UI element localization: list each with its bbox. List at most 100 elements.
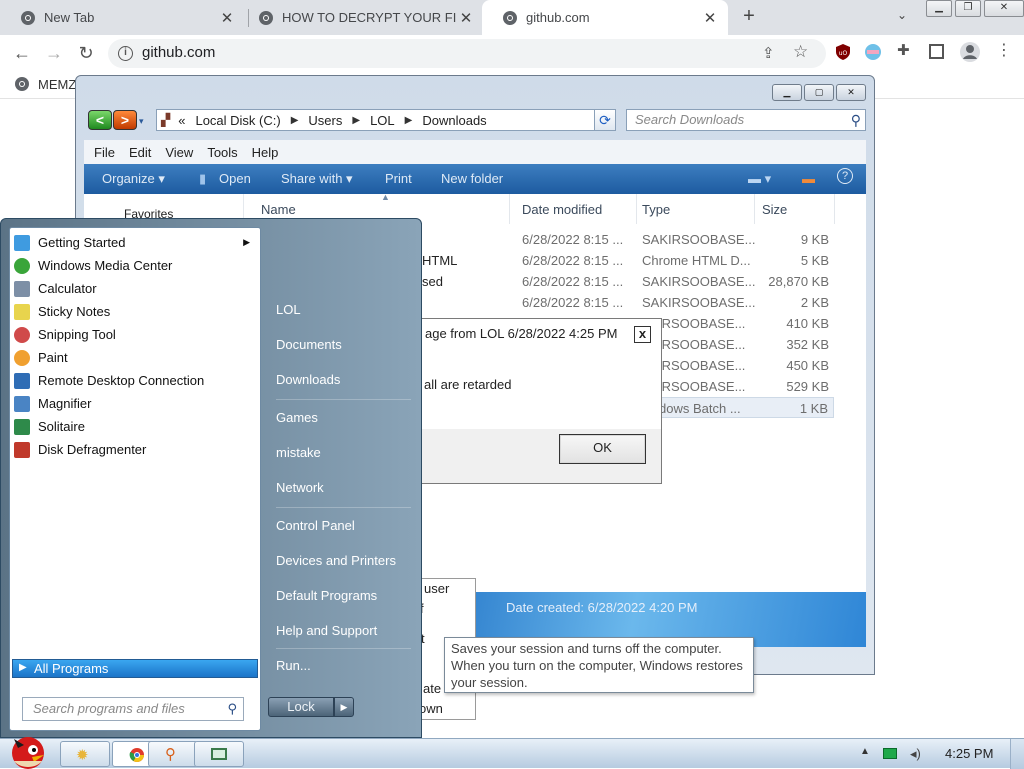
kebab-menu-icon[interactable]: ⋮ <box>996 40 1014 59</box>
menu-file[interactable]: File <box>94 145 115 160</box>
taskbar-search-app-button[interactable]: ⚲ <box>148 741 198 767</box>
open-button[interactable]: Open <box>219 171 251 186</box>
program-disk-defragmenter[interactable]: Disk Defragmenter <box>12 438 258 461</box>
column-header-size[interactable]: Size <box>762 202 787 217</box>
volume-icon[interactable]: ◂) <box>910 746 921 762</box>
column-divider[interactable] <box>509 194 510 224</box>
menu-item-switch-user[interactable]: user <box>424 581 449 596</box>
share-icon[interactable]: ⇪ <box>762 44 775 62</box>
start-item-control-panel[interactable]: Control Panel <box>276 518 355 533</box>
column-header-name[interactable]: Name <box>261 202 296 217</box>
column-divider[interactable] <box>834 194 835 224</box>
chevron-down-icon[interactable]: ⌄ <box>897 8 907 22</box>
menu-item-hibernate[interactable]: ate <box>423 681 441 696</box>
column-header-date[interactable]: Date modified <box>522 202 602 217</box>
view-options-icon[interactable]: ▬ ▾ <box>748 171 771 187</box>
explorer-address-bar[interactable]: ▞ « Local Disk (C:) ▶ Users ▶ LOL ▶ Down… <box>156 109 614 131</box>
restore-button[interactable]: ❐ <box>955 0 981 17</box>
recent-pages-icon[interactable]: ▾ <box>139 110 151 132</box>
start-item-downloads[interactable]: Downloads <box>276 372 340 387</box>
print-button[interactable]: Print <box>385 171 412 186</box>
ublock-icon[interactable]: uO <box>834 43 852 61</box>
maximize-button[interactable]: ▢ <box>804 84 834 101</box>
breadcrumb-arrow-icon[interactable]: ▶ <box>352 115 360 126</box>
address-bar[interactable]: i github.com ⇪ ☆ <box>108 39 826 68</box>
breadcrumb-arrow-icon[interactable]: ▶ <box>291 115 299 126</box>
close-button[interactable]: ✕ <box>836 84 866 101</box>
start-item-devices-printers[interactable]: Devices and Printers <box>276 553 396 568</box>
tab-new-tab[interactable]: New Tab ✕ <box>0 0 245 35</box>
bookmark-star-icon[interactable]: ☆ <box>793 42 808 62</box>
program-solitaire[interactable]: Solitaire <box>12 415 258 438</box>
column-divider[interactable] <box>754 194 755 224</box>
refresh-icon[interactable]: ⟳ <box>594 109 616 131</box>
start-item-games[interactable]: Games <box>276 410 318 425</box>
back-button[interactable]: ← <box>10 42 34 66</box>
program-remote-desktop[interactable]: Remote Desktop Connection <box>12 369 258 392</box>
share-with-button[interactable]: Share with ▾ <box>281 171 353 187</box>
bookmark-memz[interactable]: MEMZ <box>14 76 76 92</box>
start-item-mistake[interactable]: mistake <box>276 445 321 460</box>
column-divider[interactable] <box>636 194 637 224</box>
search-icon[interactable]: ⚲ <box>227 698 237 720</box>
close-tab-icon[interactable]: ✕ <box>456 9 476 27</box>
start-item-default-programs[interactable]: Default Programs <box>276 588 377 603</box>
lock-button[interactable]: Lock <box>268 697 334 717</box>
start-item-user[interactable]: LOL <box>276 302 301 317</box>
profile-avatar-icon[interactable] <box>959 41 981 63</box>
program-sticky-notes[interactable]: Sticky Notes <box>12 300 258 323</box>
breadcrumb-downloads[interactable]: Downloads <box>422 113 486 128</box>
new-folder-button[interactable]: New folder <box>441 171 503 186</box>
program-snipping-tool[interactable]: Snipping Tool <box>12 323 258 346</box>
start-item-documents[interactable]: Documents <box>276 337 342 352</box>
program-windows-media-center[interactable]: Windows Media Center <box>12 254 258 277</box>
explorer-search-input[interactable]: Search Downloads ⚲ <box>626 109 866 131</box>
start-item-run[interactable]: Run... <box>276 658 311 673</box>
minimize-button[interactable]: ▁ <box>926 0 952 17</box>
menu-view[interactable]: View <box>165 145 193 160</box>
breadcrumb-lol[interactable]: LOL <box>370 113 395 128</box>
menu-help[interactable]: Help <box>252 145 279 160</box>
reload-button[interactable]: ↻ <box>74 42 98 66</box>
info-icon[interactable]: i <box>118 46 133 61</box>
tab-github[interactable]: github.com ✕ <box>482 0 728 35</box>
taskbar-clock[interactable]: 4:25 PM <box>945 746 993 761</box>
breadcrumb-local-disk[interactable]: Local Disk (C:) <box>195 113 280 128</box>
start-search-input[interactable]: Search programs and files ⚲ <box>22 697 244 721</box>
tab-decrypt-files[interactable]: HOW TO DECRYPT YOUR FILES ✕ <box>238 0 484 35</box>
taskbar-explorer-button[interactable]: ✹ <box>60 741 110 767</box>
show-hidden-icons-icon[interactable]: ▲ <box>860 746 870 757</box>
show-desktop-button[interactable] <box>1010 739 1024 769</box>
forward-button[interactable]: → <box>42 42 66 66</box>
close-window-button[interactable]: ✕ <box>984 0 1024 17</box>
program-magnifier[interactable]: Magnifier <box>12 392 258 415</box>
minimize-button[interactable]: ▁ <box>772 84 802 101</box>
breadcrumb-arrow-icon[interactable]: ▶ <box>405 115 413 126</box>
new-tab-button[interactable]: + <box>738 5 760 28</box>
close-tab-icon[interactable]: ✕ <box>217 9 237 27</box>
column-header-type[interactable]: Type <box>642 202 670 217</box>
close-tab-icon[interactable]: ✕ <box>700 9 720 27</box>
extension-icon[interactable] <box>864 43 882 61</box>
start-button-angry-bird-icon[interactable] <box>2 731 54 769</box>
close-icon[interactable]: x <box>634 326 651 343</box>
menu-edit[interactable]: Edit <box>129 145 151 160</box>
organize-button[interactable]: Organize ▾ <box>102 171 165 187</box>
help-icon[interactable]: ? <box>837 168 853 184</box>
taskbar-app-button[interactable] <box>194 741 244 767</box>
search-icon[interactable]: ⚲ <box>851 110 861 130</box>
menu-tools[interactable]: Tools <box>207 145 237 160</box>
back-arrow-icon[interactable]: < <box>88 110 112 130</box>
puzzle-icon[interactable]: ✚ <box>897 41 915 59</box>
start-item-network[interactable]: Network <box>276 480 324 495</box>
network-icon[interactable] <box>883 748 897 759</box>
preview-pane-icon[interactable]: ▬ <box>802 171 815 186</box>
start-item-help-support[interactable]: Help and Support <box>276 623 377 638</box>
sidebar-icon[interactable] <box>929 44 944 59</box>
breadcrumb-users[interactable]: Users <box>308 113 342 128</box>
menu-item-shut-down[interactable]: own <box>419 701 443 716</box>
forward-arrow-icon[interactable]: > <box>113 110 137 130</box>
all-programs-button[interactable]: ▶ All Programs <box>12 659 258 678</box>
program-paint[interactable]: Paint <box>12 346 258 369</box>
program-calculator[interactable]: Calculator <box>12 277 258 300</box>
